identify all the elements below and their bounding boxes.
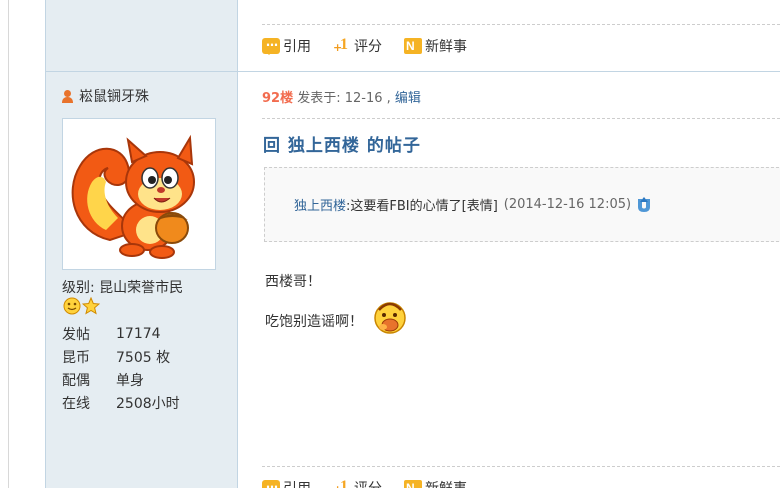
post-body-line-1: 西楼哥！ — [265, 274, 321, 290]
smiley-badge-icon — [63, 297, 81, 315]
post-actions-top: 引用 +1 评分 新鲜事 — [262, 35, 489, 56]
news-button[interactable]: 新鲜事 — [404, 478, 467, 488]
news-label: 新鲜事 — [425, 39, 467, 55]
stat-row-posts: 发帖 17174 — [62, 322, 180, 345]
stat-key: 配偶 — [62, 372, 90, 389]
previous-post-sidebar — [46, 0, 238, 72]
stat-value: 单身 — [116, 372, 144, 389]
stat-value: 7505 枚 — [116, 349, 171, 366]
rate-button[interactable]: +1 评分 — [333, 478, 382, 488]
post-actions-bottom: 引用 +1 评分 新鲜事 — [262, 477, 489, 488]
stat-row-online: 在线 2508小时 — [62, 391, 180, 414]
post-body: 西楼哥！ 吃饱别造谣啊！ — [265, 272, 409, 336]
quote-label: 引用 — [283, 478, 311, 488]
news-label: 新鲜事 — [425, 478, 467, 488]
level-badges — [63, 297, 100, 315]
quote-button[interactable]: 引用 — [262, 35, 311, 56]
news-icon — [404, 480, 422, 488]
stat-row-spouse: 配偶 单身 — [62, 368, 180, 391]
rate-label: 评分 — [354, 478, 382, 488]
author-name-row[interactable]: 崧鼠锎牙殊 — [62, 86, 149, 106]
posted-time: 发表于: 12-16 , — [293, 91, 395, 106]
avatar[interactable] — [62, 118, 216, 270]
stat-value: 17174 — [116, 325, 161, 342]
rate-label: 评分 — [354, 39, 382, 55]
rate-icon: +1 — [333, 478, 348, 488]
quote-label: 引用 — [283, 39, 311, 55]
stat-value: 2508小时 — [116, 395, 180, 412]
page-left-edge — [0, 0, 46, 488]
news-icon — [404, 38, 422, 54]
star-badge-icon — [82, 297, 100, 315]
quote-time: (2014-12-16 12:05) — [503, 197, 632, 212]
stat-key: 发帖 — [62, 326, 90, 343]
divider — [262, 466, 780, 467]
quote-author-link[interactable]: 独上西楼 — [294, 195, 346, 214]
post-body-line-2-row: 吃饱别造谣啊！ — [265, 302, 409, 336]
post-body-line-2: 吃饱别造谣啊！ — [265, 314, 363, 330]
rate-button[interactable]: +1 评分 — [333, 36, 382, 56]
author-stats: 发帖 17174 昆币 7505 枚 配偶 单身 在线 2508小时 — [62, 322, 180, 414]
quote-button[interactable]: 引用 — [262, 477, 311, 488]
floor-number[interactable]: 92楼 — [262, 91, 293, 106]
post-meta: 92楼 发表于: 12-16 , 编辑 — [262, 87, 421, 106]
stat-key: 在线 — [62, 395, 90, 412]
go-to-quoted-post-icon[interactable] — [635, 196, 653, 214]
eating-emoji-icon — [374, 302, 406, 334]
author-name[interactable]: 崧鼠锎牙殊 — [79, 86, 149, 106]
meta-divider — [262, 118, 780, 119]
squirrel-avatar-image — [71, 134, 195, 259]
rate-icon: +1 — [333, 36, 348, 54]
edit-link[interactable]: 编辑 — [395, 91, 421, 106]
quote-text: :这要看FBI的心情了[表情] — [346, 199, 498, 214]
news-button[interactable]: 新鲜事 — [404, 36, 467, 56]
stat-row-coins: 昆币 7505 枚 — [62, 345, 180, 368]
divider — [262, 24, 780, 25]
post-title: 回 独上西楼 的帖子 — [263, 136, 421, 156]
stat-key: 昆币 — [62, 349, 90, 366]
quote-line: 独上西楼:这要看FBI的心情了[表情] (2014-12-16 12:05) — [294, 195, 653, 214]
user-level: 级别: 昆山荣誉市民 — [62, 280, 184, 296]
user-icon — [62, 89, 73, 103]
quote-icon — [262, 35, 280, 55]
quote-icon — [262, 477, 280, 488]
